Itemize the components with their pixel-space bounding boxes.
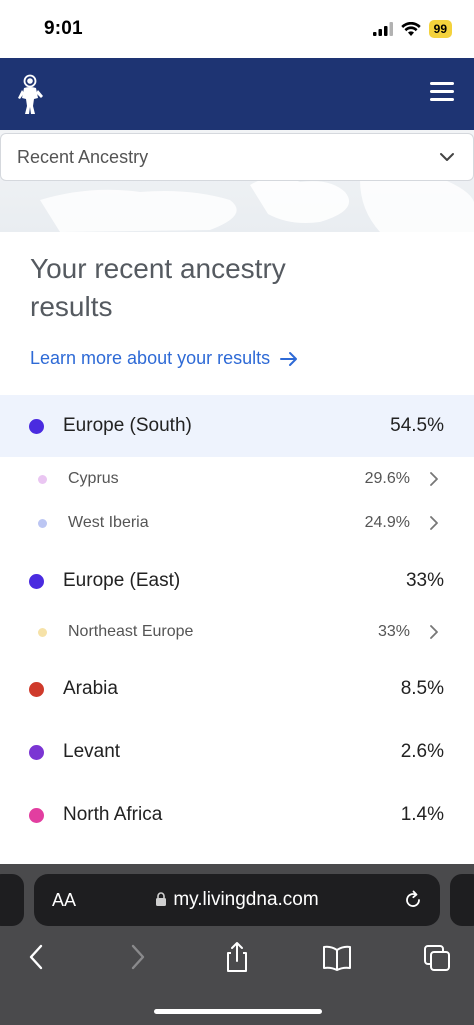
region-row-north-africa[interactable]: North Africa 1.4% <box>0 784 474 846</box>
region-color-dot <box>38 474 47 484</box>
forward-icon[interactable] <box>122 940 152 974</box>
next-tab-preview[interactable] <box>450 874 474 926</box>
learn-more-label: Learn more about your results <box>30 348 271 368</box>
subregion-percent: 29.6% <box>364 470 410 487</box>
region-name: Europe (East) <box>63 570 181 591</box>
region-color-dot <box>38 627 47 637</box>
region-percent: 33% <box>405 570 444 591</box>
page-title: Your recent ancestry results <box>30 253 286 322</box>
tabs-icon[interactable] <box>423 940 453 974</box>
region-color-dot <box>29 418 44 434</box>
region-color-dot <box>29 807 44 823</box>
region-percent: 1.4% <box>400 804 444 825</box>
region-name: Arabia <box>63 678 118 699</box>
chevron-right-icon <box>430 472 438 486</box>
region-row-levant[interactable]: Levant 2.6% <box>0 721 474 783</box>
url-text: my.livingdna.com <box>173 889 319 910</box>
battery-indicator: 99 <box>428 20 452 38</box>
hamburger-menu-icon[interactable] <box>430 82 454 104</box>
status-icons: 99 <box>372 20 452 38</box>
region-color-dot <box>29 681 44 697</box>
chevron-down-icon <box>440 153 454 161</box>
ancestry-type-dropdown[interactable]: Recent Ancestry <box>0 133 474 181</box>
subregion-percent: 33% <box>377 623 410 640</box>
astronaut-logo-icon[interactable] <box>16 74 46 116</box>
lock-icon <box>156 892 167 906</box>
url-display: my.livingdna.com <box>34 889 440 911</box>
browser-chrome: AA my.livingdna.com <box>0 864 474 1025</box>
subregion-name: Cyprus <box>68 470 119 487</box>
region-color-dot <box>29 744 44 760</box>
region-percent: 54.5% <box>390 415 444 436</box>
region-name: North Africa <box>63 804 163 825</box>
reload-icon[interactable] <box>402 889 424 911</box>
region-color-dot <box>29 573 44 589</box>
browser-toolbar <box>0 940 474 980</box>
region-percent: 2.6% <box>400 741 444 762</box>
chevron-right-icon <box>430 516 438 530</box>
status-bar: 9:01 99 <box>0 0 474 58</box>
arrow-right-icon <box>280 351 298 366</box>
subregion-name: Northeast Europe <box>68 623 194 640</box>
region-row-europe-east[interactable]: Europe (East) 33% <box>0 550 474 612</box>
region-row-europe-south[interactable]: Europe (South) 54.5% <box>0 395 474 457</box>
subregion-row-west-iberia[interactable]: West Iberia 24.9% <box>0 501 474 545</box>
region-name: Levant <box>63 741 121 762</box>
results-panel: Your recent ancestry results Learn more … <box>0 232 474 864</box>
chevron-right-icon <box>430 625 438 639</box>
signal-icon <box>372 22 393 36</box>
back-icon[interactable] <box>22 940 52 974</box>
share-icon[interactable] <box>222 940 252 974</box>
region-color-dot <box>38 518 47 528</box>
home-indicator <box>154 1009 322 1014</box>
region-name: Europe (South) <box>63 415 192 436</box>
region-row-arabia[interactable]: Arabia 8.5% <box>0 658 474 720</box>
address-bar[interactable]: AA my.livingdna.com <box>34 874 440 926</box>
learn-more-link[interactable]: Learn more about your results <box>30 348 298 369</box>
status-time: 9:01 <box>44 18 83 39</box>
bookmarks-icon[interactable] <box>322 940 352 974</box>
subregion-row-cyprus[interactable]: Cyprus 29.6% <box>0 457 474 501</box>
wifi-icon <box>400 21 421 36</box>
previous-tab-preview[interactable] <box>0 874 24 926</box>
subregion-row-northeast-europe[interactable]: Northeast Europe 33% <box>0 610 474 654</box>
subregion-percent: 24.9% <box>364 514 410 531</box>
dropdown-label: Recent Ancestry <box>17 146 149 167</box>
site-header <box>0 58 474 130</box>
region-percent: 8.5% <box>400 678 444 699</box>
subregion-name: West Iberia <box>68 514 149 531</box>
